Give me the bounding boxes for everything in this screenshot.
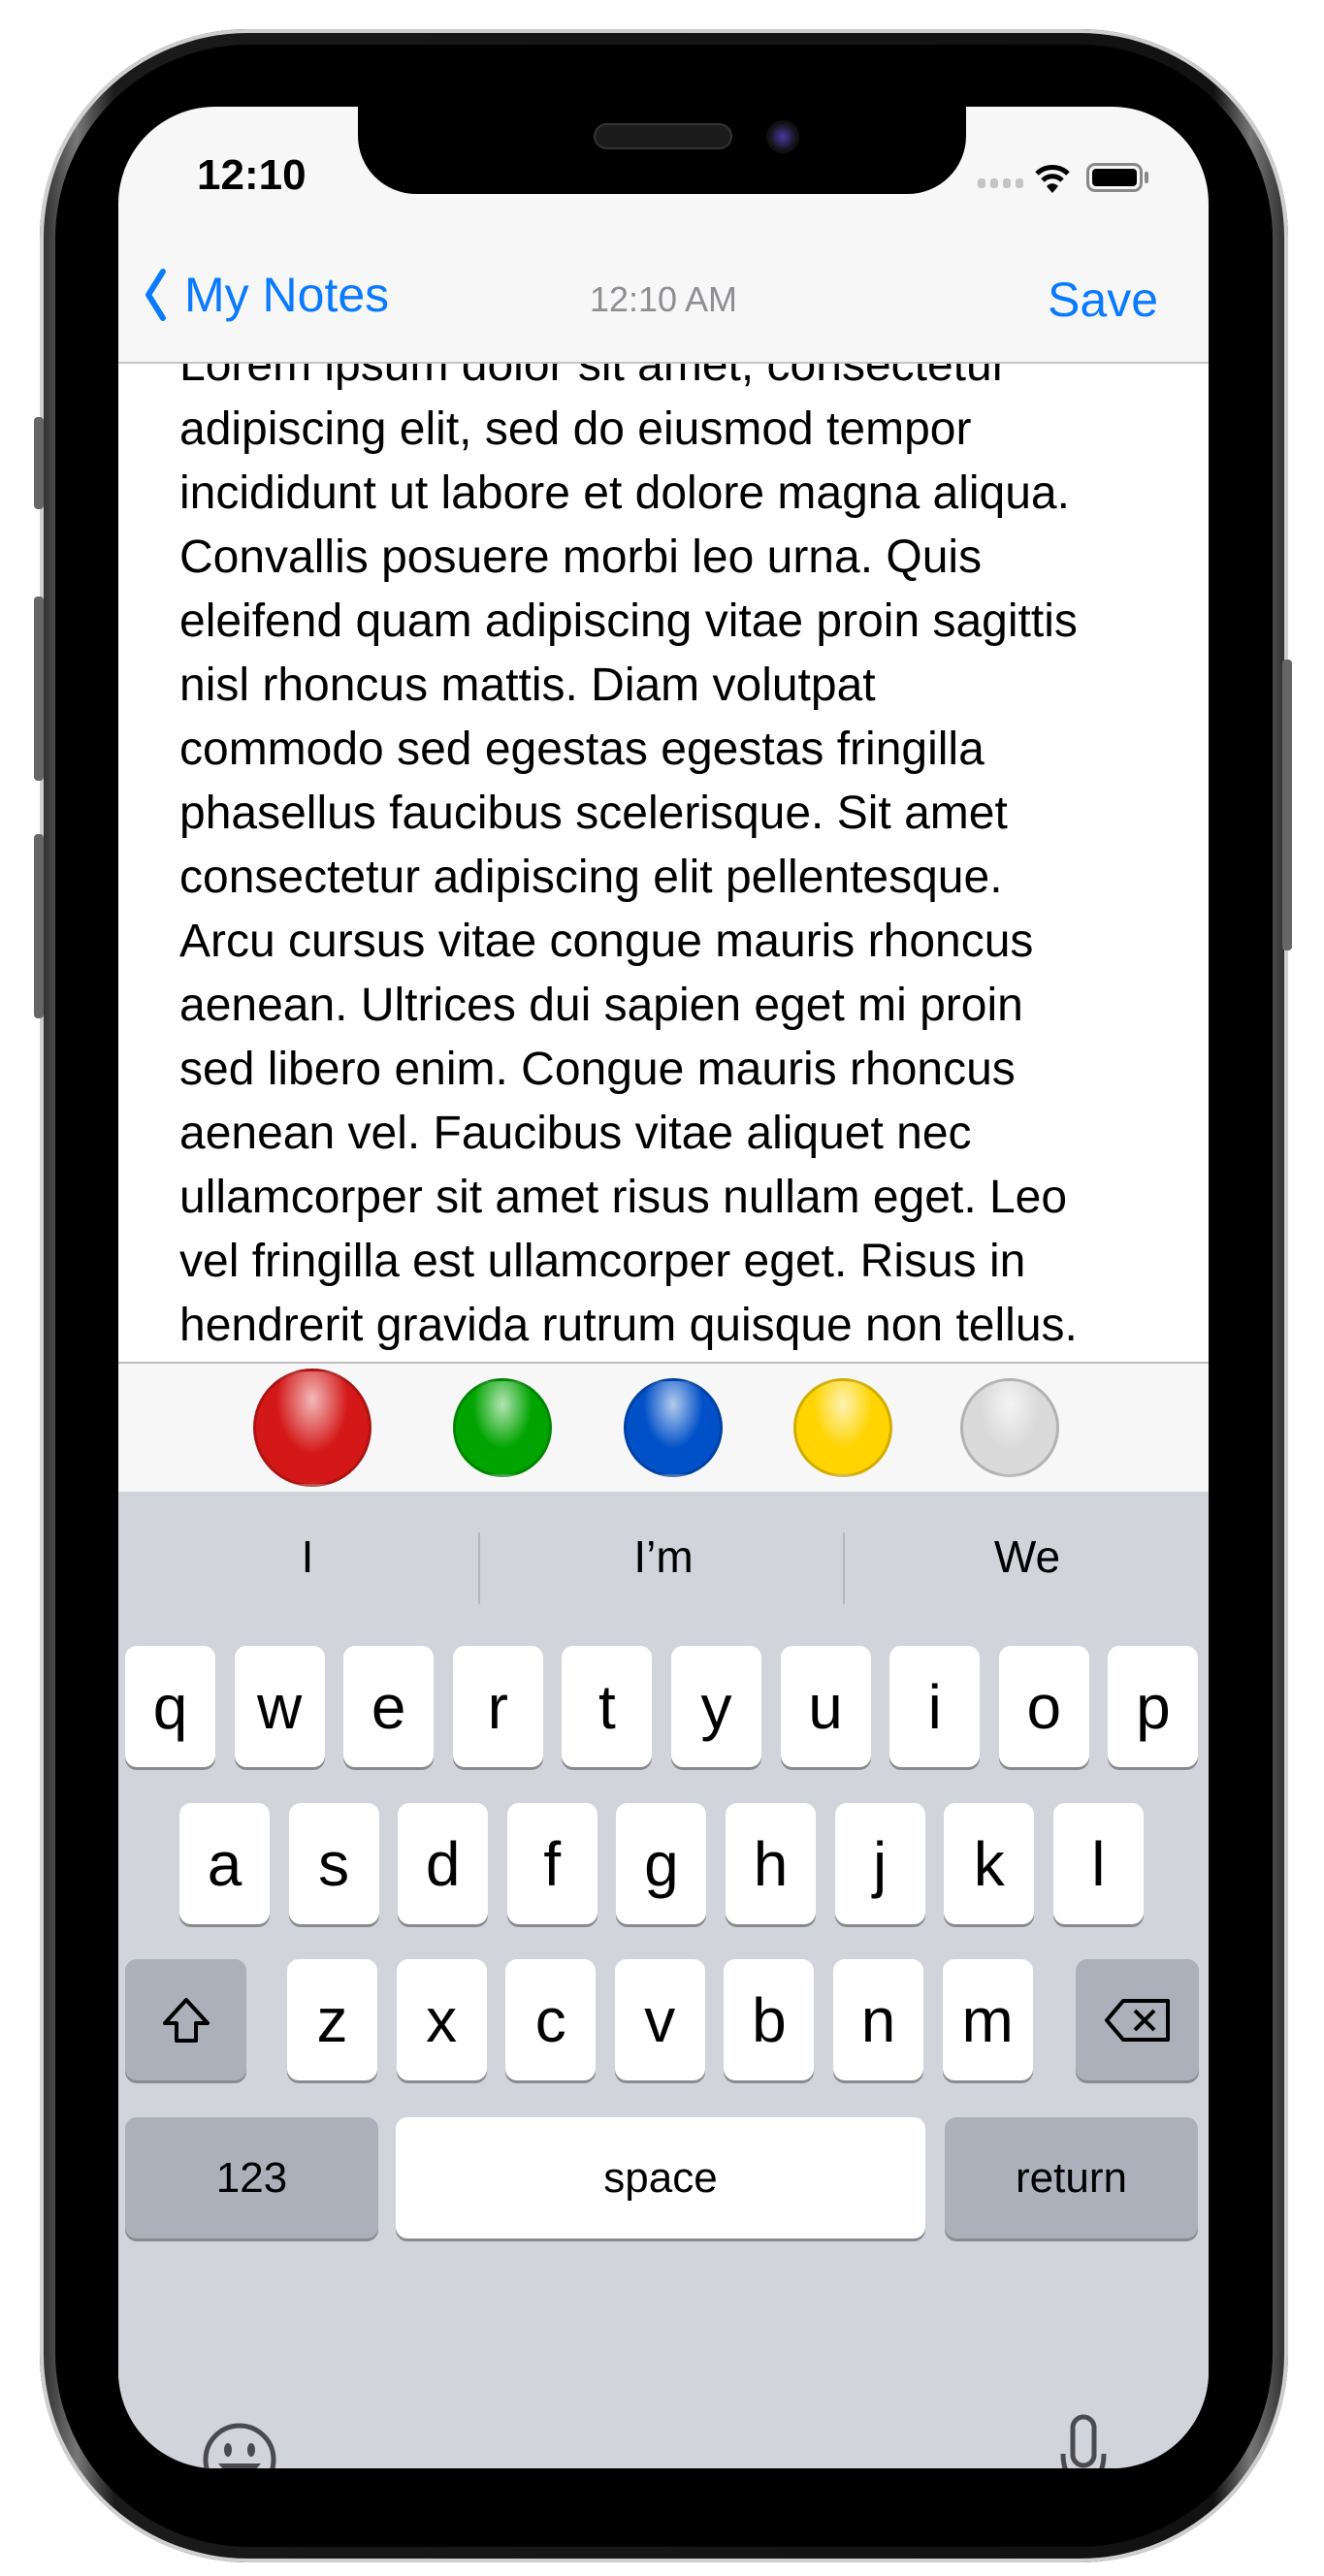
color-swatch-green[interactable] xyxy=(453,1378,552,1477)
battery-icon xyxy=(1086,163,1143,192)
key-w[interactable]: w xyxy=(234,1646,325,1767)
shift-icon xyxy=(162,1997,210,2043)
key-j[interactable]: j xyxy=(834,1803,925,1924)
speaker-grille xyxy=(594,123,732,149)
notch xyxy=(358,107,966,194)
key-n[interactable]: n xyxy=(833,1959,923,2080)
keyboard: I I’m We q w e r t y u i o p a s d f g h j k l z x c v b n m 123 sp… xyxy=(118,1492,1209,2468)
side-button xyxy=(1282,660,1292,950)
key-s[interactable]: s xyxy=(288,1803,379,1924)
key-m[interactable]: m xyxy=(942,1959,1033,2080)
screen: 12:10 My Notes 12:10 AM Save Lorem ipsum… xyxy=(118,107,1209,2468)
note-text-line: commodo sed egestas egestas fringilla xyxy=(179,724,985,775)
note-text-line: Convallis posuere morbi leo urna. Quis xyxy=(179,531,983,583)
emoji-icon[interactable] xyxy=(201,2421,278,2468)
save-button[interactable]: Save xyxy=(1048,272,1158,328)
note-text-line: vel fringilla est ullamcorper eget. Risu… xyxy=(179,1236,1026,1287)
color-swatch-red[interactable] xyxy=(253,1368,371,1487)
signal-icon xyxy=(978,178,1023,188)
color-swatch-white[interactable] xyxy=(960,1378,1059,1477)
key-i[interactable]: i xyxy=(889,1646,981,1767)
key-b[interactable]: b xyxy=(724,1959,815,2080)
return-key[interactable]: return xyxy=(945,2117,1198,2238)
note-text-line: adipiscing elit, sed do eiusmod tempor xyxy=(179,403,972,455)
note-text-line: consectetur adipiscing elit pellentesque… xyxy=(179,852,1003,903)
note-text-line: Arcu cursus vitae congue mauris rhoncus xyxy=(179,916,1034,967)
key-v[interactable]: v xyxy=(614,1959,705,2080)
key-a[interactable]: a xyxy=(179,1803,270,1924)
key-e[interactable]: e xyxy=(343,1646,435,1767)
suggestion-3[interactable]: We xyxy=(848,1530,1207,1583)
key-q[interactable]: q xyxy=(125,1646,215,1767)
color-swatch-yellow[interactable] xyxy=(793,1378,892,1477)
note-text-line: nisl rhoncus mattis. Diam volutpat xyxy=(179,660,876,711)
battery-tip xyxy=(1145,172,1148,183)
microphone-icon[interactable] xyxy=(1059,2413,1108,2468)
space-key[interactable]: space xyxy=(396,2117,925,2238)
volume-up-button xyxy=(34,596,44,781)
delete-key[interactable] xyxy=(1076,1959,1199,2080)
note-text-line: aenean. Ultrices dui sapien eget mi proi… xyxy=(179,980,1023,1031)
delete-icon xyxy=(1104,1998,1170,2042)
key-h[interactable]: h xyxy=(726,1803,816,1924)
note-text-line: incididunt ut labore et dolore magna ali… xyxy=(179,467,1070,519)
key-z[interactable]: z xyxy=(287,1959,377,2080)
key-k[interactable]: k xyxy=(944,1803,1035,1924)
key-p[interactable]: p xyxy=(1108,1646,1199,1767)
key-f[interactable]: f xyxy=(506,1803,597,1924)
suggestion-divider xyxy=(843,1532,845,1604)
key-x[interactable]: x xyxy=(396,1959,487,2080)
note-text-line: Lorem ipsum dolor sit amet, consectetur xyxy=(179,364,1008,391)
key-l[interactable]: l xyxy=(1052,1803,1144,1924)
volume-down-button xyxy=(34,834,44,1018)
note-text-line: phasellus faucibus scelerisque. Sit amet xyxy=(179,788,1008,839)
key-g[interactable]: g xyxy=(616,1803,707,1924)
color-swatch-blue[interactable] xyxy=(624,1378,723,1477)
suggestion-2[interactable]: I’m xyxy=(484,1530,843,1583)
wifi-icon xyxy=(1035,165,1070,193)
suggestion-divider xyxy=(478,1532,480,1604)
front-camera xyxy=(766,120,799,153)
shift-key[interactable] xyxy=(125,1959,246,2080)
key-d[interactable]: d xyxy=(398,1803,489,1924)
key-u[interactable]: u xyxy=(780,1646,871,1767)
numbers-key[interactable]: 123 xyxy=(125,2117,378,2238)
note-text-line: sed libero enim. Congue mauris rhoncus xyxy=(179,1044,1016,1095)
status-time: 12:10 xyxy=(197,151,307,199)
note-text-line: aenean vel. Faucibus vitae aliquet nec xyxy=(179,1108,972,1159)
key-r[interactable]: r xyxy=(452,1646,543,1767)
key-o[interactable]: o xyxy=(998,1646,1089,1767)
note-text-area[interactable]: Lorem ipsum dolor sit amet, consectetur a… xyxy=(118,364,1209,1363)
mute-switch xyxy=(34,417,44,509)
note-text-line: eleifend quam adipiscing vitae proin sag… xyxy=(179,596,1078,647)
suggestion-1[interactable]: I xyxy=(128,1530,487,1583)
note-text-line: ullamcorper sit amet risus nullam eget. … xyxy=(179,1172,1068,1223)
note-text-line: hendrerit gravida rutrum quisque non tel… xyxy=(179,1300,1078,1351)
note-timestamp: 12:10 AM xyxy=(589,279,738,319)
color-picker-bar xyxy=(118,1362,1209,1492)
key-c[interactable]: c xyxy=(505,1959,597,2080)
key-t[interactable]: t xyxy=(562,1646,653,1767)
key-y[interactable]: y xyxy=(671,1646,761,1767)
